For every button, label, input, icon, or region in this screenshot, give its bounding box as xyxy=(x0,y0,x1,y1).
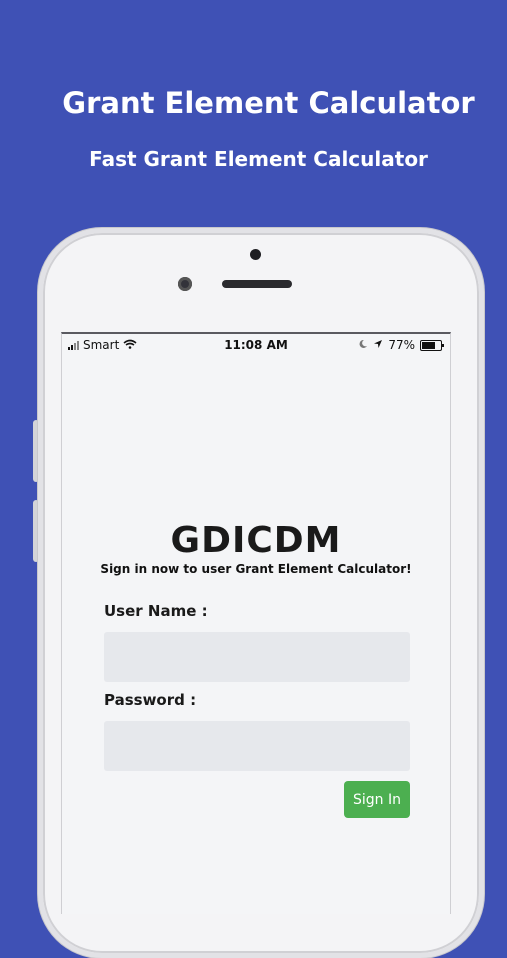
phone-screen: Smart 11:08 AM 77% GDICDM Sign in now to… xyxy=(61,332,451,914)
moon-icon xyxy=(358,338,368,352)
proximity-sensor xyxy=(250,249,261,260)
location-arrow-icon xyxy=(373,338,383,352)
promo-title: Grant Element Calculator xyxy=(62,86,475,120)
sign-in-button[interactable]: Sign In xyxy=(344,781,410,818)
username-label: User Name : xyxy=(104,602,208,620)
password-label: Password : xyxy=(104,691,197,709)
earpiece-speaker xyxy=(222,280,292,288)
password-input[interactable] xyxy=(104,721,410,771)
promo-subtitle: Fast Grant Element Calculator xyxy=(89,147,428,171)
battery-icon xyxy=(420,339,444,351)
signin-tagline: Sign in now to user Grant Element Calcul… xyxy=(100,562,412,576)
status-bar: Smart 11:08 AM 77% xyxy=(62,338,450,354)
app-name: GDICDM xyxy=(170,520,342,561)
front-camera xyxy=(178,277,192,291)
battery-percent: 77% xyxy=(388,338,415,352)
username-input[interactable] xyxy=(104,632,410,682)
